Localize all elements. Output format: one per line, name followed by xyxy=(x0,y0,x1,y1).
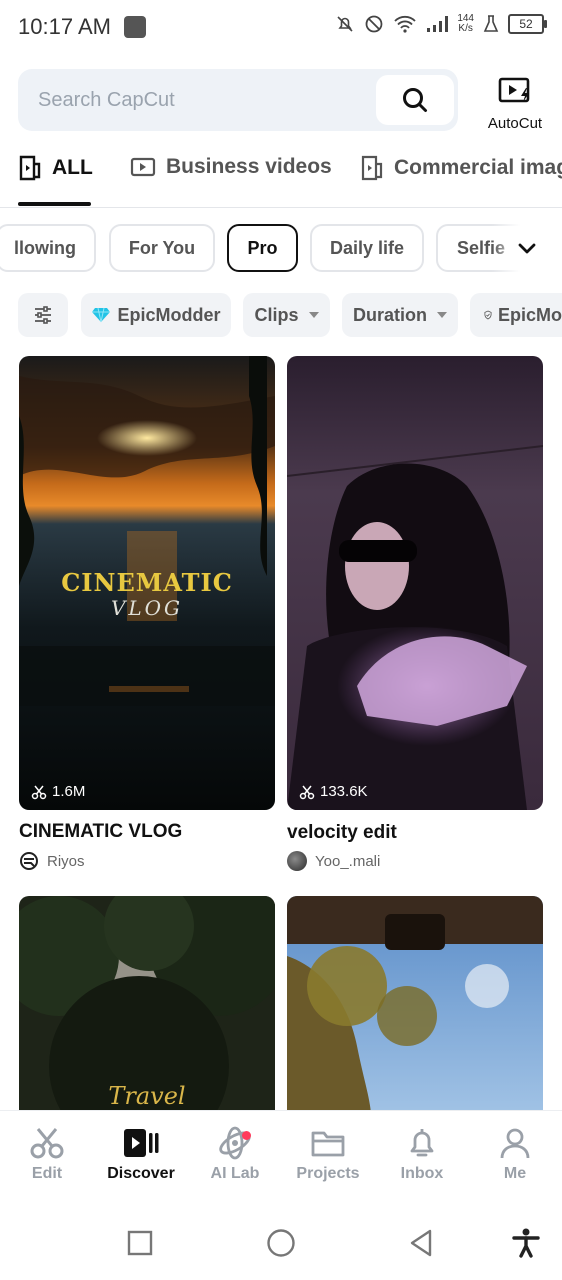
home-button[interactable] xyxy=(266,1228,296,1258)
content-tabs: ALL Business videos Commercial imag xyxy=(0,145,562,208)
chip-following[interactable]: llowing xyxy=(0,224,96,272)
nav-edit[interactable]: Edit xyxy=(0,1125,94,1183)
dnd-icon xyxy=(365,15,383,33)
template-card-velocity-edit[interactable]: 133.6K xyxy=(287,356,543,810)
all-icon xyxy=(19,155,41,181)
chip-daily-life[interactable]: Daily life xyxy=(310,224,424,272)
person-icon xyxy=(500,1128,530,1159)
caret-down-icon xyxy=(308,312,319,318)
chip-for-you-label: For You xyxy=(128,237,196,258)
active-tab-indicator xyxy=(18,202,91,206)
overlay-title-travel: Travel xyxy=(108,1082,186,1110)
filter-duration-label: Duration xyxy=(353,304,427,325)
nav-projects[interactable]: Projects xyxy=(281,1125,375,1183)
autocut-button[interactable]: AutoCut xyxy=(478,76,552,132)
status-icons: 144 K/s 52 xyxy=(335,13,547,34)
bell-icon xyxy=(410,1129,434,1157)
nav-inbox[interactable]: Inbox xyxy=(375,1125,469,1183)
template-card-sky[interactable] xyxy=(287,896,543,1136)
author-name: Riyos xyxy=(47,852,85,870)
search-icon xyxy=(403,88,427,112)
system-navigation-bar xyxy=(0,1200,562,1280)
bottom-navigation: Edit Discover AI Lab Projects Inbox Me xyxy=(0,1110,562,1201)
nav-discover[interactable]: Discover xyxy=(94,1125,188,1183)
filter-clips[interactable]: Clips xyxy=(243,293,330,337)
filter-duration[interactable]: Duration xyxy=(342,293,458,337)
sliders-icon xyxy=(35,306,51,324)
shield-icon xyxy=(484,310,492,320)
notification-badge xyxy=(242,1131,251,1140)
autocut-icon xyxy=(498,77,530,103)
author-name: Yoo_.mali xyxy=(315,852,381,870)
mute-bell-icon xyxy=(337,16,353,32)
card-author[interactable]: Riyos xyxy=(19,851,85,871)
chip-for-you[interactable]: For You xyxy=(109,224,215,272)
search-input[interactable]: Search CapCut xyxy=(38,89,175,112)
search-button[interactable] xyxy=(376,75,454,125)
usage-count-value: 1.6M xyxy=(52,783,86,800)
filter-epicmo[interactable]: EpicMo xyxy=(470,293,562,337)
tab-all-label: ALL xyxy=(52,156,93,179)
filter-epicmodder[interactable]: EpicModder xyxy=(81,293,231,337)
filter-epicmodder-label: EpicModder xyxy=(117,304,221,325)
recent-apps-button[interactable] xyxy=(127,1230,153,1256)
signal-icon xyxy=(427,16,449,32)
wifi-icon xyxy=(394,15,416,33)
chip-daily-life-label: Daily life xyxy=(329,237,405,258)
search-bar[interactable]: Search CapCut xyxy=(18,69,458,131)
template-card-cinematic-vlog[interactable]: CINEMATIC VLOG 1.6M xyxy=(19,356,275,810)
notification-app-icon xyxy=(124,16,146,38)
image-template-icon xyxy=(361,155,383,181)
expand-categories-button[interactable] xyxy=(516,238,538,265)
usage-count: 1.6M xyxy=(31,783,85,800)
tab-commercial-images[interactable]: Commercial imag xyxy=(360,155,562,181)
status-time: 10:17 AM xyxy=(18,14,111,39)
nav-projects-label: Projects xyxy=(296,1165,360,1182)
card-title[interactable]: velocity edit xyxy=(287,822,397,844)
overlay-title-vlog: VLOG xyxy=(110,596,184,620)
tab-commercial-label: Commercial imag xyxy=(394,156,562,179)
nav-edit-label: Edit xyxy=(31,1165,63,1182)
author-avatar xyxy=(287,851,307,871)
filter-epicmo-label: EpicMo xyxy=(497,304,562,325)
chip-following-label: llowing xyxy=(14,237,76,258)
scissors-icon xyxy=(30,1128,64,1159)
nav-ai-lab-label: AI Lab xyxy=(210,1165,260,1182)
diamond-icon xyxy=(92,307,111,323)
author-avatar-icon xyxy=(20,852,38,870)
tab-business-label: Business videos xyxy=(166,155,332,178)
scissors-icon xyxy=(299,785,315,799)
template-card-travel[interactable]: Travel xyxy=(19,896,275,1136)
usage-count: 133.6K xyxy=(299,783,368,800)
autocut-label: AutoCut xyxy=(487,115,543,132)
back-button[interactable] xyxy=(408,1228,434,1258)
discover-icon xyxy=(124,1129,159,1157)
folder-icon xyxy=(311,1131,345,1157)
nav-discover-label: Discover xyxy=(107,1165,175,1182)
nav-me[interactable]: Me xyxy=(468,1125,562,1183)
flask-icon xyxy=(483,15,499,32)
overlay-title-cinematic: CINEMATIC xyxy=(61,568,233,597)
net-speed: 144 K/s xyxy=(457,13,474,34)
nav-me-label: Me xyxy=(503,1165,527,1182)
card-title[interactable]: CINEMATIC VLOG xyxy=(19,821,182,843)
video-icon xyxy=(130,157,156,177)
battery-indicator: 52 xyxy=(508,14,547,34)
tab-all[interactable]: ALL xyxy=(18,155,93,181)
usage-count-value: 133.6K xyxy=(320,783,368,800)
tab-business-videos[interactable]: Business videos xyxy=(130,155,332,179)
nav-inbox-label: Inbox xyxy=(400,1165,444,1182)
card-author[interactable]: Yoo_.mali xyxy=(287,851,380,871)
chip-pro[interactable]: Pro xyxy=(227,224,298,272)
velocity-thumbnail xyxy=(287,356,543,810)
accessibility-button[interactable] xyxy=(512,1228,540,1258)
filter-clips-label: Clips xyxy=(254,304,299,325)
chip-pro-label: Pro xyxy=(247,237,278,258)
scissors-icon xyxy=(31,785,47,799)
chevron-down-icon xyxy=(518,243,536,254)
nav-ai-lab[interactable]: AI Lab xyxy=(188,1125,282,1183)
sky-thumbnail xyxy=(287,896,543,1136)
caret-down-icon xyxy=(437,312,447,318)
filter-settings-button[interactable] xyxy=(18,293,68,337)
